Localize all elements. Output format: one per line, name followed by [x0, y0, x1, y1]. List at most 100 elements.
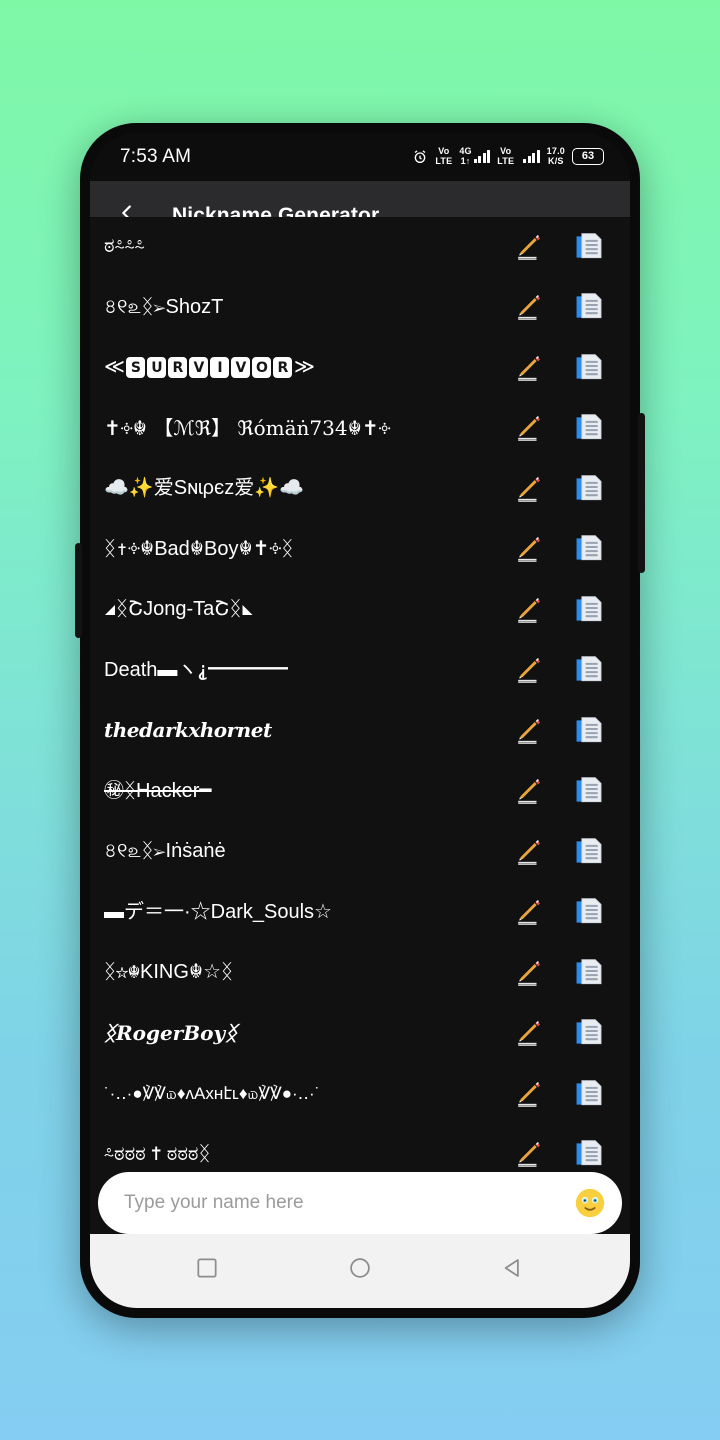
nickname-row[interactable]: ᛝ☆☬KING☬☆ᛝ [90, 943, 630, 1004]
sim2-volte-icon: Vo LTE [497, 146, 515, 166]
row-actions [512, 411, 606, 445]
copy-clipboard-icon [576, 293, 602, 319]
row-actions [512, 653, 606, 687]
edit-nickname-button[interactable] [512, 653, 546, 687]
copy-clipboard-icon [576, 474, 602, 500]
home-button[interactable] [334, 1245, 386, 1297]
emoji-button[interactable] [570, 1183, 610, 1223]
nickname-row[interactable]: ✝༓☬ 【ℳℜ】 ℜómäṅ734☬✝༓ [90, 398, 630, 459]
nickname-row[interactable]: ಠ⸛⸛⸛ [90, 217, 630, 278]
copy-clipboard-icon [576, 353, 602, 379]
nickname-row[interactable]: ㊙ᛝHacker━ [90, 761, 630, 822]
nickname-text: ㊙ᛝHacker━ [104, 779, 212, 802]
edit-nickname-button[interactable] [512, 472, 546, 506]
copy-nickname-button[interactable] [572, 835, 606, 869]
copy-clipboard-icon [576, 535, 602, 561]
nickname-list[interactable]: ಠ⸛⸛⸛ ৪୧௨ᛝ➢ShozT ≪ S U R V I V O R ≫ ✝༓☬ … [90, 216, 630, 1234]
copy-nickname-button[interactable] [572, 351, 606, 385]
nickname-row[interactable]: ৪୧௨ᛝ➢Iṅṡaṅė [90, 822, 630, 883]
nickname-text: ≪ S U R V I V O R ≫ [104, 356, 315, 379]
recents-button[interactable] [181, 1245, 233, 1297]
copy-nickname-button[interactable] [572, 895, 606, 929]
data-rate-indicator: 17.0 K/S [546, 146, 565, 166]
copy-nickname-button[interactable] [572, 411, 606, 445]
pencil-edit-icon [518, 718, 541, 744]
pencil-edit-icon [518, 900, 541, 926]
copy-nickname-button[interactable] [572, 1016, 606, 1050]
name-input-container[interactable] [98, 1171, 622, 1234]
sim1-signal-icon: 4G 1↑ [459, 147, 491, 166]
copy-nickname-button[interactable] [572, 472, 606, 506]
name-input[interactable] [124, 1191, 570, 1214]
edit-nickname-button[interactable] [512, 351, 546, 385]
circle-home-icon [347, 1255, 373, 1286]
nickname-row[interactable]: Death▬ヽ⸘━━━━ [90, 640, 630, 701]
copy-nickname-button[interactable] [572, 774, 606, 808]
row-actions [512, 472, 606, 506]
nickname-row[interactable]: ᛝRogerBoyᛝ [90, 1003, 630, 1064]
copy-nickname-button[interactable] [572, 230, 606, 264]
nickname-text: ☁️✨爱Sɴɩρєz爱✨☁️ [104, 477, 305, 500]
volume-button[interactable] [75, 542, 82, 638]
nickname-row[interactable]: ◢ᛝՇJong-TaՇᛝ◣ [90, 580, 630, 641]
copy-clipboard-icon [576, 1079, 602, 1105]
pencil-edit-icon [518, 1142, 541, 1168]
nickname-text: ✝༓☬ 【ℳℜ】 ℜómäṅ734☬✝༓ [104, 416, 391, 440]
copy-nickname-button[interactable] [572, 653, 606, 687]
pencil-edit-icon [518, 779, 541, 805]
copy-clipboard-icon [576, 716, 602, 742]
nickname-text: ᛝ✝༓☬Bad☬Boy☬✝༓ᛝ [104, 537, 294, 560]
edit-nickname-button[interactable] [512, 230, 546, 264]
edit-nickname-button[interactable] [512, 835, 546, 869]
edit-nickname-button[interactable] [512, 411, 546, 445]
status-bar-icons: Vo LTE 4G 1↑ Vo LTE 17.0 K/S 63 [412, 147, 604, 166]
power-button[interactable] [638, 412, 645, 573]
nickname-row[interactable]: ▬デ＝一·☆Dark_Souls☆ [90, 882, 630, 943]
row-actions [512, 835, 606, 869]
sim1-volte-icon: Vo LTE [435, 146, 453, 166]
copy-nickname-button[interactable] [572, 532, 606, 566]
alarm-clock-icon [412, 149, 428, 165]
copy-nickname-button[interactable] [572, 956, 606, 990]
pencil-edit-icon [518, 537, 541, 563]
edit-nickname-button[interactable] [512, 1137, 546, 1171]
copy-nickname-button[interactable] [572, 714, 606, 748]
copy-clipboard-icon [576, 414, 602, 440]
back-nav-button[interactable] [487, 1245, 539, 1297]
nickname-row[interactable]: thedarkxhornet [90, 701, 630, 762]
nickname-row[interactable]: ৪୧௨ᛝ➢ShozT [90, 277, 630, 338]
row-actions [512, 1137, 606, 1171]
edit-nickname-button[interactable] [512, 1016, 546, 1050]
phone-frame: 7:53 AM Vo LTE 4G 1↑ Vo LTE 17.0 K/S 63 … [75, 122, 645, 1318]
copy-nickname-button[interactable] [572, 1137, 606, 1171]
nickname-text: ᛝ☆☬KING☬☆ᛝ [104, 961, 234, 984]
edit-nickname-button[interactable] [512, 774, 546, 808]
copy-clipboard-icon [576, 1140, 602, 1166]
pencil-edit-icon [518, 960, 541, 986]
copy-nickname-button[interactable] [572, 593, 606, 627]
nickname-row[interactable]: ᛝ✝༓☬Bad☬Boy☬✝༓ᛝ [90, 519, 630, 580]
nickname-text: ◢ᛝՇJong-TaՇᛝ◣ [104, 598, 254, 621]
edit-nickname-button[interactable] [512, 956, 546, 990]
pencil-edit-icon [518, 295, 541, 321]
row-actions [512, 714, 606, 748]
nickname-text: ⸛ಠಠಠ ✝ ಠಠಠᛝ [104, 1142, 211, 1165]
nickname-text: ᛝRogerBoyᛝ [104, 1021, 238, 1045]
nickname-row[interactable]: ☁️✨爱Sɴɩρєz爱✨☁️ [90, 459, 630, 520]
copy-clipboard-icon [576, 1019, 602, 1045]
edit-nickname-button[interactable] [512, 593, 546, 627]
row-actions [512, 895, 606, 929]
edit-nickname-button[interactable] [512, 290, 546, 324]
nickname-row[interactable]: ≪ S U R V I V O R ≫ [90, 338, 630, 399]
copy-nickname-button[interactable] [572, 290, 606, 324]
edit-nickname-button[interactable] [512, 895, 546, 929]
edit-nickname-button[interactable] [512, 714, 546, 748]
row-actions [512, 1016, 606, 1050]
copy-nickname-button[interactable] [572, 1077, 606, 1111]
nickname-row[interactable]: ˙·‥·●℣℣௰♦ʌAхʜէʟ♦௰℣℣●·‥·˙ [90, 1064, 630, 1125]
nickname-text: ৪୧௨ᛝ➢Iṅṡaṅė [104, 840, 226, 863]
row-actions [512, 290, 606, 324]
edit-nickname-button[interactable] [512, 532, 546, 566]
edit-nickname-button[interactable] [512, 1077, 546, 1111]
name-input-bar [90, 1171, 630, 1234]
